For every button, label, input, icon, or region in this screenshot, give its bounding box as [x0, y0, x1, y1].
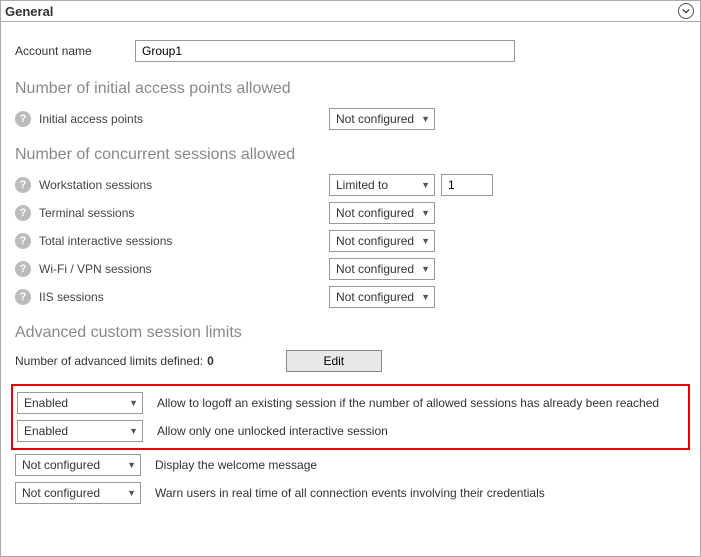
setting-description: Warn users in real time of all connectio…	[155, 486, 545, 500]
chevron-down-icon: ▼	[417, 292, 430, 302]
setting-label: Initial access points	[39, 112, 329, 126]
account-name-row: Account name	[15, 40, 686, 62]
select-value: Not configured	[336, 234, 414, 248]
select-value: Enabled	[24, 396, 68, 410]
panel-content: Account name Number of initial access po…	[1, 22, 700, 518]
initial-access-points-select[interactable]: Not configured ▼	[329, 108, 435, 130]
advanced-limits-count-label: Number of advanced limits defined:	[15, 354, 203, 368]
select-value: Limited to	[336, 178, 388, 192]
total-interactive-sessions-row: ? Total interactive sessions Not configu…	[15, 228, 686, 254]
iis-sessions-select[interactable]: Not configured ▼	[329, 286, 435, 308]
help-icon[interactable]: ?	[15, 261, 31, 277]
help-icon[interactable]: ?	[15, 233, 31, 249]
help-icon[interactable]: ?	[15, 111, 31, 127]
select-value: Not configured	[336, 262, 414, 276]
chevron-down-icon: ▼	[129, 398, 138, 408]
chevron-down-icon: ▼	[417, 114, 430, 124]
workstation-sessions-select[interactable]: Limited to ▼	[329, 174, 435, 196]
chevron-down-icon: ▼	[127, 488, 136, 498]
edit-button[interactable]: Edit	[286, 350, 382, 372]
chevron-down-icon: ▼	[127, 460, 136, 470]
help-icon[interactable]: ?	[15, 177, 31, 193]
setting-label: Workstation sessions	[39, 178, 329, 192]
setting-label: IIS sessions	[39, 290, 329, 304]
chevron-down-icon: ▼	[417, 208, 430, 218]
terminal-sessions-row: ? Terminal sessions Not configured ▼	[15, 200, 686, 226]
chevron-down-icon: ▼	[417, 264, 430, 274]
panel-title: General	[5, 4, 53, 19]
setting-label: Terminal sessions	[39, 206, 329, 220]
section-title-advanced: Advanced custom session limits	[15, 324, 686, 342]
general-panel: General Account name Number of initial a…	[0, 0, 701, 557]
iis-sessions-row: ? IIS sessions Not configured ▼	[15, 284, 686, 310]
select-value: Not configured	[336, 206, 414, 220]
section-title-concurrent: Number of concurrent sessions allowed	[15, 146, 686, 164]
select-value: Not configured	[22, 458, 100, 472]
wifi-vpn-sessions-select[interactable]: Not configured ▼	[329, 258, 435, 280]
account-name-label: Account name	[15, 44, 135, 58]
select-value: Enabled	[24, 424, 68, 438]
allow-logoff-row: Enabled ▼ Allow to logoff an existing se…	[17, 390, 684, 416]
total-interactive-sessions-select[interactable]: Not configured ▼	[329, 230, 435, 252]
warn-users-select[interactable]: Not configured ▼	[15, 482, 141, 504]
workstation-sessions-count-input[interactable]	[441, 174, 493, 196]
help-icon[interactable]: ?	[15, 205, 31, 221]
select-value: Not configured	[336, 112, 414, 126]
setting-label: Total interactive sessions	[39, 234, 329, 248]
highlighted-settings: Enabled ▼ Allow to logoff an existing se…	[11, 384, 690, 450]
panel-header: General	[1, 1, 700, 22]
terminal-sessions-select[interactable]: Not configured ▼	[329, 202, 435, 224]
workstation-sessions-row: ? Workstation sessions Limited to ▼	[15, 172, 686, 198]
setting-label: Wi-Fi / VPN sessions	[39, 262, 329, 276]
display-welcome-select[interactable]: Not configured ▼	[15, 454, 141, 476]
allow-one-unlocked-row: Enabled ▼ Allow only one unlocked intera…	[17, 418, 684, 444]
allow-one-unlocked-select[interactable]: Enabled ▼	[17, 420, 143, 442]
chevron-down-icon: ▼	[129, 426, 138, 436]
select-value: Not configured	[336, 290, 414, 304]
help-icon[interactable]: ?	[15, 289, 31, 305]
setting-description: Display the welcome message	[155, 458, 317, 472]
initial-access-points-row: ? Initial access points Not configured ▼	[15, 106, 686, 132]
wifi-vpn-sessions-row: ? Wi-Fi / VPN sessions Not configured ▼	[15, 256, 686, 282]
select-value: Not configured	[22, 486, 100, 500]
warn-users-row: Not configured ▼ Warn users in real time…	[15, 480, 686, 506]
chevron-down-icon: ▼	[417, 180, 430, 190]
setting-description: Allow only one unlocked interactive sess…	[157, 424, 388, 438]
account-name-input[interactable]	[135, 40, 515, 62]
collapse-toggle[interactable]	[678, 3, 694, 19]
advanced-limits-count-row: Number of advanced limits defined: 0 Edi…	[15, 350, 686, 372]
section-title-initial: Number of initial access points allowed	[15, 80, 686, 98]
allow-logoff-select[interactable]: Enabled ▼	[17, 392, 143, 414]
chevron-down-icon	[682, 7, 690, 15]
advanced-limits-count-value: 0	[207, 354, 214, 368]
chevron-down-icon: ▼	[417, 236, 430, 246]
setting-description: Allow to logoff an existing session if t…	[157, 396, 659, 410]
display-welcome-row: Not configured ▼ Display the welcome mes…	[15, 452, 686, 478]
